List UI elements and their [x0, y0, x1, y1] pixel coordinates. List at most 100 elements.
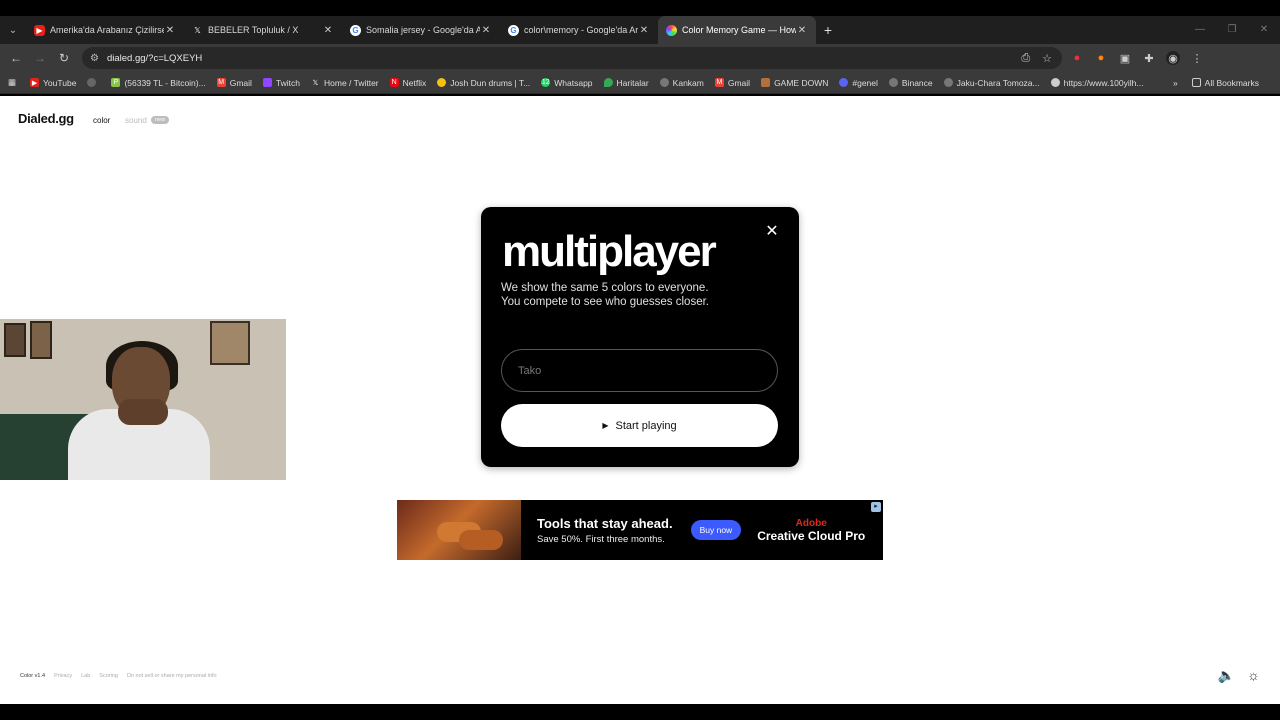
ad-choices-icon[interactable]: ▸	[871, 502, 881, 512]
page-content: Dialed.gg color sound new ✕ multiplayer …	[0, 96, 1280, 704]
apps-grid-icon[interactable]: ▦	[8, 77, 16, 88]
close-tab-icon[interactable]: ✕	[638, 25, 650, 36]
x-logo-icon: 𝕏	[312, 79, 319, 87]
bookmark-label: Netflix	[402, 77, 427, 88]
bitcoin-icon: P	[111, 78, 121, 87]
globe-icon	[659, 78, 669, 87]
bookmark-label: Josh Dun drums | T...	[450, 77, 531, 88]
bookmark-item[interactable]: M Gmail	[714, 77, 751, 88]
profile-avatar-icon[interactable]: ◉	[1166, 51, 1180, 65]
close-window-icon[interactable]: ✕	[1248, 16, 1280, 44]
advertisement-banner[interactable]: i Tools that stay ahead. Save 50%. First…	[397, 500, 883, 560]
tab-title: Amerika'da Arabanız Çizilirse N	[50, 25, 164, 35]
site-logo[interactable]: Dialed.gg	[18, 111, 74, 126]
whatsapp-icon: 12	[541, 78, 551, 87]
ad-brand-bottom: Creative Cloud Pro	[757, 528, 866, 543]
all-bookmarks-button[interactable]: All Bookmarks	[1191, 78, 1259, 88]
youtube-icon: ▶	[34, 24, 45, 36]
tab-4[interactable]: Color Memory Game — How W ✕	[658, 16, 816, 44]
forward-icon[interactable]: →	[28, 51, 52, 65]
footer-controls: 🔈 ☼	[1218, 667, 1260, 684]
bottom-bar	[0, 704, 1280, 720]
footer-link-privacy[interactable]: Privacy	[54, 673, 72, 679]
speaker-icon[interactable]: 🔈	[1218, 667, 1235, 684]
footer-link-lab[interactable]: Lab	[81, 673, 90, 679]
new-tab-icon[interactable]: +	[816, 22, 840, 38]
tab-title: BEBELER Topluluk / X	[208, 25, 299, 35]
bookmark-item[interactable]: Jaku-Chara Tomoza...	[943, 77, 1040, 88]
bookmark-label: Kankam	[672, 77, 704, 88]
game-icon	[761, 78, 771, 87]
chevron-right-icon[interactable]: »	[1173, 78, 1178, 88]
gmail-icon: M	[714, 78, 724, 87]
play-icon: ▶	[602, 421, 609, 430]
globe-icon	[87, 78, 97, 87]
address-bar[interactable]: ⚙ dialed.gg/?c=LQXEYH ⎙ ☆	[82, 47, 1062, 69]
bookmark-item[interactable]: Binance	[888, 78, 933, 88]
player-name-input[interactable]	[501, 349, 778, 392]
bookmark-label: YouTube	[43, 77, 77, 88]
close-icon[interactable]: ✕	[763, 223, 781, 241]
site-info-icon[interactable]: ⚙	[90, 53, 99, 64]
install-app-icon[interactable]: ⎙	[1021, 52, 1030, 65]
browser-toolbar: ← → ↻ ⚙ dialed.gg/?c=LQXEYH ⎙ ☆ ● ● ▣ ✚ …	[0, 44, 1280, 72]
close-tab-icon[interactable]: ✕	[164, 25, 176, 36]
modal-description: We show the same 5 colors to everyone. Y…	[501, 281, 781, 309]
bookmark-item[interactable]: Haritalar	[603, 78, 649, 88]
description-line: You compete to see who guesses closer.	[501, 296, 709, 308]
bookmark-item[interactable]: N Netflix	[389, 77, 427, 88]
bookmark-item[interactable]: https://www.100yilh...	[1050, 78, 1143, 88]
tab-3[interactable]: G color\memory - Google'da Ara ✕	[500, 16, 658, 44]
close-tab-icon[interactable]: ✕	[796, 25, 808, 36]
extension-icon[interactable]: ●	[1094, 51, 1108, 65]
bookmark-item[interactable]: #genel	[839, 78, 878, 88]
back-icon[interactable]: ←	[4, 51, 28, 65]
bookmark-label: Twitch	[275, 77, 300, 88]
nav-sound-link[interactable]: sound	[125, 116, 147, 125]
bookmark-item[interactable]: M Gmail	[216, 78, 252, 88]
bookmark-item[interactable]: Kankam	[659, 77, 704, 88]
color-wheel-icon	[666, 24, 677, 36]
google-icon: G	[508, 24, 519, 36]
close-tab-icon[interactable]: ✕	[322, 25, 334, 36]
multiplayer-modal: ✕ multiplayer We show the same 5 colors …	[481, 207, 799, 467]
bookmark-item[interactable]: P (56339 TL - Bitcoin)...	[111, 78, 206, 88]
bookmark-item[interactable]: ▶ YouTube	[30, 78, 76, 88]
bookmark-star-icon[interactable]: ☆	[1042, 52, 1052, 65]
tab-search-icon[interactable]: ⌄	[0, 16, 26, 44]
start-playing-button[interactable]: ▶ Start playing	[501, 404, 778, 447]
ad-text: Tools that stay ahead. Save 50%. First t…	[537, 516, 673, 545]
netflix-icon: N	[389, 78, 399, 87]
bookmark-label: Jaku-Chara Tomoza...	[956, 77, 1040, 88]
ad-buy-now-button[interactable]: Buy now	[690, 520, 742, 540]
bookmark-item[interactable]: Twitch	[262, 77, 300, 88]
footer-link-do-not-sell[interactable]: Do not sell or share my personal info	[127, 673, 217, 679]
footer-link-scoring[interactable]: Scoring	[99, 673, 118, 679]
bookmark-item[interactable]: 𝕏 Home / Twitter	[311, 78, 379, 88]
bookmark-label: GAME DOWN	[774, 77, 829, 88]
extensions-puzzle-icon[interactable]: ✚	[1142, 51, 1156, 65]
tab-1[interactable]: 𝕏 BEBELER Topluluk / X ✕	[184, 16, 342, 44]
bookmark-label: #genel	[852, 77, 878, 88]
version-label: Color v1.4	[20, 673, 46, 679]
bookmark-item[interactable]: Josh Dun drums | T...	[437, 78, 530, 88]
new-badge: new	[151, 116, 170, 124]
extension-icon[interactable]: ▣	[1118, 51, 1132, 65]
music-icon	[437, 78, 447, 87]
ad-brand: Adobe Creative Cloud Pro	[757, 518, 865, 543]
restore-icon[interactable]: ❐	[1216, 16, 1248, 44]
close-tab-icon[interactable]: ✕	[480, 25, 492, 36]
bookmark-item[interactable]	[87, 78, 100, 87]
tab-2[interactable]: G Somalia jersey - Google'da Ara ✕	[342, 16, 500, 44]
minimize-icon[interactable]: —	[1184, 16, 1216, 44]
bookmark-item[interactable]: 12 Whatsapp	[541, 78, 593, 88]
extension-icon[interactable]: ●	[1070, 51, 1084, 65]
nav-color-link[interactable]: color	[93, 116, 110, 125]
tab-0[interactable]: ▶ Amerika'da Arabanız Çizilirse N ✕	[26, 16, 184, 44]
description-line: We show the same 5 colors to everyone.	[501, 282, 709, 294]
bookmark-item[interactable]: GAME DOWN	[761, 78, 828, 88]
menu-kebab-icon[interactable]: ⋮	[1190, 51, 1204, 65]
bookmark-label: Gmail	[727, 77, 751, 88]
sun-icon[interactable]: ☼	[1247, 667, 1260, 684]
reload-icon[interactable]: ↻	[52, 51, 76, 65]
